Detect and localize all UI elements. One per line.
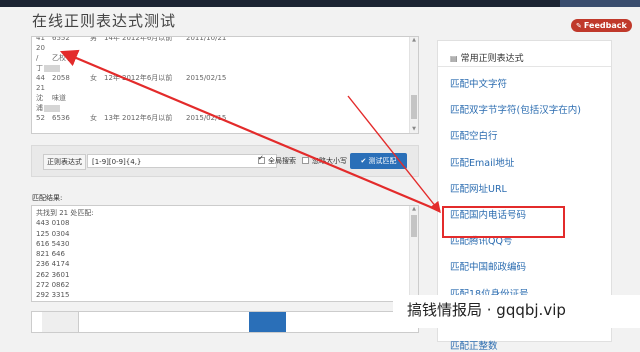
watermark: 搞钱情报局 · gqqbj.vip (393, 295, 640, 328)
regex-link[interactable]: 匹配正整数 (450, 338, 498, 352)
annotation-arrow (59, 49, 441, 214)
arrow-to-item (347, 95, 441, 214)
arrow-to-source (59, 49, 441, 213)
